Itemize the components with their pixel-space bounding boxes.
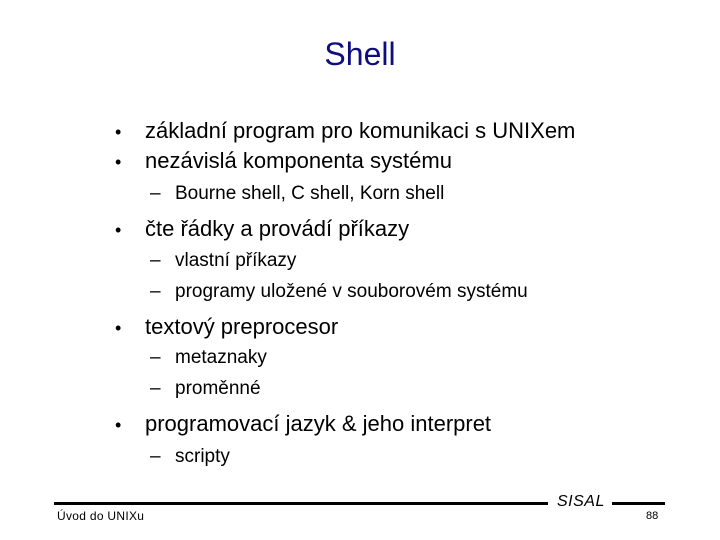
dash-icon: – <box>150 378 161 399</box>
sub-item: – proměnné <box>150 378 261 400</box>
sub-item-text: proměnné <box>175 378 261 399</box>
bullet-icon: • <box>115 152 122 172</box>
bullet-item: • základní program pro komunikaci s UNIXe… <box>115 118 575 145</box>
bullet-icon: • <box>115 318 122 338</box>
page-number: 88 <box>646 510 659 522</box>
dash-icon: – <box>150 446 161 467</box>
bullet-item: • textový preprocesor <box>115 314 338 341</box>
bullet-item: • programovací jazyk & jeho interpret <box>115 411 491 438</box>
sub-item: – programy uložené v souborovém systému <box>150 281 528 303</box>
bullet-icon: • <box>115 220 122 240</box>
sub-item-text: metaznaky <box>175 347 267 368</box>
bullet-icon: • <box>115 122 122 142</box>
sub-item-text: programy uložené v souborovém systému <box>175 281 528 302</box>
bullet-text: nezávislá komponenta systému <box>145 148 452 173</box>
sub-item: – scripty <box>150 446 230 468</box>
sub-item: – vlastní příkazy <box>150 250 296 272</box>
dash-icon: – <box>150 250 161 271</box>
footer-brand: SISAL <box>557 493 605 510</box>
bullet-item: • čte řádky a provádí příkazy <box>115 216 409 243</box>
bullet-text: programovací jazyk & jeho interpret <box>145 411 492 436</box>
sub-item: – Bourne shell, C shell, Korn shell <box>150 183 444 205</box>
dash-icon: – <box>150 281 161 302</box>
bullet-icon: • <box>115 415 122 435</box>
dash-icon: – <box>150 347 161 368</box>
sub-item-text: vlastní příkazy <box>175 250 297 271</box>
bullet-item: • nezávislá komponenta systému <box>115 148 452 175</box>
slide-title: Shell <box>324 36 396 72</box>
sub-item: – metaznaky <box>150 347 267 369</box>
footer-rule-left <box>54 502 548 505</box>
sub-item-text: Bourne shell, C shell, Korn shell <box>175 183 445 204</box>
bullet-text: základní program pro komunikaci s UNIXem <box>145 118 576 143</box>
footer-rule-right <box>612 502 665 505</box>
bullet-text: textový preprocesor <box>145 314 339 339</box>
dash-icon: – <box>150 183 161 204</box>
sub-item-text: scripty <box>175 446 230 467</box>
bullet-text: čte řádky a provádí příkazy <box>145 216 410 241</box>
footer-course-title: Úvod do UNIXu <box>57 509 145 523</box>
